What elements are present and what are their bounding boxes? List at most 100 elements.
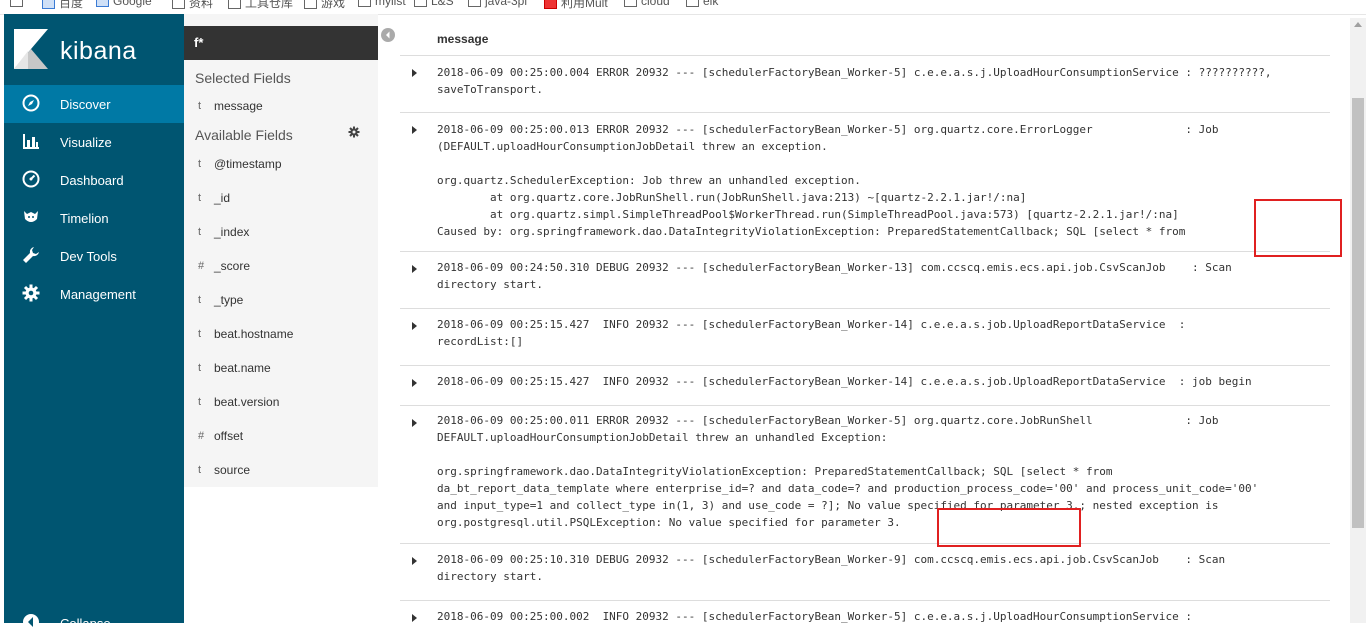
field-type-icon: t [198,328,202,340]
row-message: 2018-06-09 00:25:15.427 INFO 20932 --- [… [437,318,1186,348]
field-name: _score [214,259,251,273]
column-header-message[interactable]: message [437,32,488,46]
field-name: message [214,99,263,113]
paw-icon [42,0,55,10]
nav-label: Dev Tools [60,249,117,264]
bookmark-folder[interactable]: L&S [414,0,454,8]
bookmark-folder[interactable]: elk [686,0,718,8]
field-type-icon: t [198,100,202,112]
nav-collapse-button[interactable]: Collapse [4,604,184,642]
nav-item-dashboard[interactable]: Dashboard [4,161,184,199]
scroll-up-arrow-icon[interactable] [1354,22,1362,27]
bookmark-folder[interactable]: java-3pi [468,0,527,8]
scrollbar-thumb[interactable] [1352,98,1364,528]
bookmark-folder[interactable]: 游戏 [304,0,345,10]
nav-item-timelion[interactable]: Timelion [4,199,184,237]
nav-item-dev-tools[interactable]: Dev Tools [4,237,184,275]
table-row[interactable]: 2018-06-09 00:25:15.427 INFO 20932 --- [… [400,309,1330,366]
folder-icon [358,0,371,8]
kibana-logo[interactable]: kibana [14,29,154,71]
bookmark-baidu[interactable]: 百度 [42,0,83,10]
folder-icon [304,0,317,10]
expand-caret-icon[interactable] [412,126,417,134]
gear-icon [22,284,40,302]
field-type-icon: t [198,294,202,306]
vertical-scrollbar[interactable] [1350,18,1366,623]
folder-icon [172,0,185,10]
nav-label: Discover [60,97,111,112]
field-type-icon: t [198,226,202,238]
nav-label: Dashboard [60,173,124,188]
annotation-box [1254,199,1342,257]
field-name: beat.version [214,395,280,409]
field-type-icon: t [198,396,202,408]
folder-icon [624,0,637,8]
row-message: 2018-06-09 00:25:00.002 INFO 20932 --- [… [437,610,1192,623]
field-sidebar: f* Selected Fields t message Available F… [184,14,378,487]
field-name: _type [214,293,244,307]
bookmark-toggle-icon[interactable] [10,0,27,8]
field-name: @timestamp [214,157,282,171]
row-message: 2018-06-09 00:25:00.011 ERROR 20932 --- … [437,414,1259,529]
expand-caret-icon[interactable] [412,322,417,330]
selected-fields-title: Selected Fields [195,70,291,86]
field-name: _id [214,191,231,205]
bookmarks-bar: 百度 Google 资料 工具仓库 游戏 mylist L&S java-3pi… [0,0,1366,15]
field-name: beat.name [214,361,271,375]
bookmark-folder[interactable]: mylist [358,0,406,8]
bookmark-link[interactable]: 利用Mult [544,0,608,10]
table-row[interactable]: 2018-06-09 00:25:00.004 ERROR 20932 --- … [400,56,1330,113]
field-name: _index [214,225,250,239]
expand-caret-icon[interactable] [412,69,417,77]
compass-icon [22,94,40,112]
expand-caret-icon[interactable] [412,265,417,273]
kibana-logo-icon [14,29,48,69]
sidebar-collapse-button[interactable] [381,28,395,42]
folder-icon [414,0,427,8]
index-pattern-selector[interactable]: f* [184,26,378,60]
expand-caret-icon[interactable] [412,557,417,565]
collapse-icon [23,614,39,630]
chevron-left-icon [386,31,390,39]
bookmark-folder[interactable]: 工具仓库 [228,0,293,10]
field-type-icon: t [198,192,202,204]
row-message: 2018-06-09 00:25:15.427 INFO 20932 --- [… [437,375,1252,388]
nav-label: Collapse [60,616,111,631]
row-message: 2018-06-09 00:24:50.310 DEBUG 20932 --- … [437,261,1232,291]
expand-caret-icon[interactable] [412,379,417,387]
index-pattern-name: f* [194,35,204,50]
annotation-box [937,508,1081,547]
timelion-icon [24,211,38,222]
table-row[interactable]: 2018-06-09 00:24:50.310 DEBUG 20932 --- … [400,252,1330,309]
bookmark-folder[interactable]: cloud [624,0,670,8]
google-icon [96,0,109,8]
table-row[interactable]: 2018-06-09 00:25:00.013 ERROR 20932 --- … [400,113,1330,252]
field-name: beat.hostname [214,327,294,341]
dashboard-icon [22,170,40,188]
folder-icon [686,0,699,8]
nav-item-discover[interactable]: Discover [4,85,184,123]
folder-icon [228,0,241,10]
table-row[interactable]: 2018-06-09 00:25:15.427 INFO 20932 --- [… [400,366,1330,406]
document-table: message 2018-06-09 00:25:00.004 ERROR 20… [396,14,1334,623]
nav-item-management[interactable]: Management [4,275,184,313]
nav-item-visualize[interactable]: Visualize [4,123,184,161]
bookmark-google[interactable]: Google [96,0,152,8]
expand-caret-icon[interactable] [412,614,417,622]
expand-caret-icon[interactable] [412,419,417,427]
app-name: kibana [60,37,137,65]
table-row[interactable]: 2018-06-09 00:25:00.011 ERROR 20932 --- … [400,406,1330,544]
field-type-icon: # [198,430,205,442]
field-name: source [214,463,251,477]
row-message: 2018-06-09 00:25:10.310 DEBUG 20932 --- … [437,553,1226,583]
bookmark-folder[interactable]: 资料 [172,0,213,10]
table-row[interactable]: 2018-06-09 00:25:00.002 INFO 20932 --- [… [400,601,1330,623]
field-type-icon: # [198,260,205,272]
nav-label: Management [60,287,136,302]
red-icon [544,0,557,10]
field-settings-gear-icon[interactable] [348,126,360,138]
wrench-icon [23,247,39,263]
nav-label: Timelion [60,211,109,226]
table-row[interactable]: 2018-06-09 00:25:10.310 DEBUG 20932 --- … [400,544,1330,601]
folder-icon [468,0,481,8]
